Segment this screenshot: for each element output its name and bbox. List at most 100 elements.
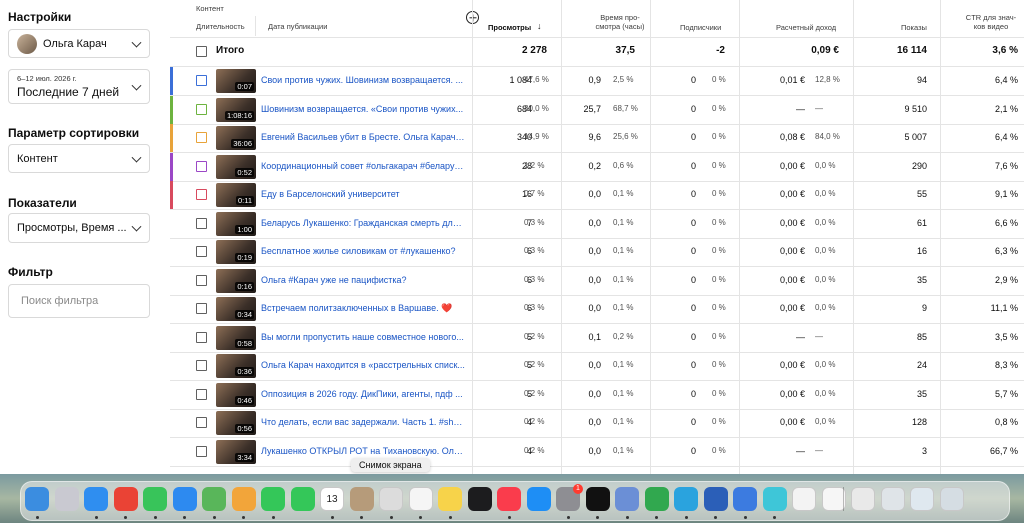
numbers-icon[interactable]	[644, 487, 669, 511]
row-checkbox[interactable]	[196, 274, 207, 286]
video-thumbnail[interactable]: 0:16	[216, 268, 256, 293]
account-selector[interactable]: Ольга Карач	[8, 29, 150, 58]
video-thumbnail[interactable]: 3:34	[216, 439, 256, 464]
appstore-icon[interactable]	[526, 487, 551, 511]
row-checkbox[interactable]	[196, 132, 207, 143]
canva-icon[interactable]	[762, 487, 787, 511]
video-title-link[interactable]: Бесплатное жилье силовикам от #лукашенко…	[261, 246, 466, 256]
table-row[interactable]: 1:00 Беларусь Лукашенко: Гражданская смер…	[170, 210, 1024, 238]
video-thumbnail[interactable]: 0:56	[216, 411, 256, 435]
video-thumbnail[interactable]: 0:11	[216, 183, 256, 207]
video-thumbnail[interactable]: 0:07	[216, 69, 256, 93]
music-icon[interactable]	[497, 487, 521, 511]
doc-5-icon[interactable]	[939, 487, 964, 511]
launchpad-icon[interactable]	[54, 487, 79, 511]
row-checkbox[interactable]	[196, 75, 207, 86]
doc-3-icon[interactable]	[880, 487, 905, 511]
word-icon[interactable]	[703, 487, 728, 511]
video-title-link[interactable]: Вы могли пропустить наше совместное ново…	[261, 332, 466, 342]
video-thumbnail[interactable]: 0:36	[216, 354, 256, 378]
reminders-icon[interactable]	[408, 487, 433, 511]
header-content[interactable]: Контент	[196, 4, 224, 13]
table-row[interactable]: 0:34 Встречаем политзаключенных в Варшаве…	[170, 295, 1024, 323]
table-row[interactable]: 0:16 Ольга #Карач уже не пацифистка? 6 0,3 …	[170, 267, 1024, 295]
video-thumbnail[interactable]: 0:34	[216, 297, 256, 321]
facetime-icon[interactable]	[261, 487, 285, 511]
video-title-link[interactable]: Координационный совет #ольгакарач #белар…	[261, 161, 466, 171]
header-revenue[interactable]: Расчетный доход	[776, 23, 836, 32]
header-duration[interactable]: Длительность	[196, 22, 245, 31]
mail-icon[interactable]	[172, 487, 197, 511]
filter-input[interactable]: Поиск фильтра	[8, 284, 150, 318]
messages-icon[interactable]	[143, 487, 167, 511]
phone-icon[interactable]	[290, 487, 315, 511]
notes-icon[interactable]	[438, 487, 462, 511]
doc-1-icon[interactable]	[821, 487, 846, 511]
header-ctr[interactable]: CTR для знач- ков видео	[960, 13, 1022, 31]
chrome-icon[interactable]	[113, 487, 138, 511]
quicktime-icon[interactable]	[733, 487, 757, 511]
preview-icon[interactable]	[615, 487, 639, 511]
video-thumbnail[interactable]: 36:06	[216, 126, 256, 150]
capcut-icon[interactable]	[585, 487, 610, 511]
table-row[interactable]: 36:06 Евгений Васильев убит в Бресте. Оль…	[170, 124, 1024, 152]
header-subscribers[interactable]: Подписчики	[680, 23, 721, 32]
video-title-link[interactable]: Встречаем политзаключенных в Варшаве. ❤️	[261, 303, 466, 314]
video-thumbnail[interactable]: 1:00	[216, 211, 256, 236]
table-row[interactable]: 3:34 Лукашенко ОТКРЫЛ РОТ на Тихановскую.…	[170, 438, 1024, 466]
row-checkbox[interactable]	[196, 445, 207, 457]
video-thumbnail[interactable]: 1:08:16	[216, 97, 256, 122]
contacts-icon[interactable]	[349, 487, 374, 511]
table-row[interactable]: 0:52 Координационный совет #ольгакарач #б…	[170, 152, 1024, 181]
select-all-checkbox[interactable]	[196, 46, 207, 57]
video-thumbnail[interactable]: 0:58	[216, 325, 256, 350]
telegram-icon[interactable]	[674, 487, 698, 511]
sort-down-arrow-icon[interactable]: ↓	[537, 21, 542, 31]
maps-icon[interactable]	[202, 487, 226, 511]
header-watch-time[interactable]: Время про- смотра (часы)	[590, 13, 650, 31]
video-title-link[interactable]: Ольга #Карач уже не пацифистка?	[261, 275, 466, 285]
header-published[interactable]: Дата публикации	[268, 22, 327, 31]
doc-4-icon[interactable]	[910, 487, 934, 511]
row-checkbox[interactable]	[196, 417, 207, 428]
settings-icon[interactable]: 1	[556, 484, 583, 511]
photos-icon[interactable]	[231, 487, 256, 511]
row-checkbox[interactable]	[196, 160, 207, 172]
video-title-link[interactable]: Ольга Карач находится в «расстрельных сп…	[261, 360, 466, 370]
sort-selector[interactable]: Контент	[8, 144, 150, 173]
screenshot-icon[interactable]	[379, 487, 403, 511]
row-checkbox[interactable]	[196, 217, 207, 229]
row-checkbox[interactable]	[196, 331, 207, 343]
header-views[interactable]: Просмотры	[488, 23, 531, 32]
video-thumbnail[interactable]: 0:19	[216, 240, 256, 264]
table-row[interactable]: 1:08:16 Шовинизм возвращается. «Свои прот…	[170, 95, 1024, 124]
table-row[interactable]: 0:11 Еду в Барселонский университет 16 0,7 …	[170, 181, 1024, 209]
video-title-link[interactable]: Лукашенко ОТКРЫЛ РОТ на Тихановскую. Оль…	[261, 446, 466, 456]
table-row[interactable]: 0:46 Оппозиция в 2026 году. ДикПики, аген…	[170, 381, 1024, 409]
video-title-link[interactable]: Беларусь Лукашенко: Гражданская смерть д…	[261, 218, 466, 228]
table-row[interactable]: 0:19 Бесплатное жилье силовикам от #лукаш…	[170, 238, 1024, 266]
calendar-icon[interactable]: 13	[320, 487, 344, 511]
textedit-icon[interactable]	[792, 487, 816, 511]
appletv-icon[interactable]	[467, 487, 492, 511]
row-checkbox[interactable]	[196, 388, 207, 400]
metrics-selector[interactable]: Просмотры, Время ...	[8, 213, 150, 243]
table-row[interactable]: 0:07 Свои против чужих. Шовинизм возвраща…	[170, 67, 1024, 95]
row-checkbox[interactable]	[196, 103, 207, 115]
row-checkbox[interactable]	[196, 189, 207, 200]
row-checkbox[interactable]	[196, 303, 207, 314]
video-title-link[interactable]: Шовинизм возвращается. «Свои против чужи…	[261, 104, 466, 114]
date-range-selector[interactable]: 6–12 июл. 2026 г. Последние 7 дней	[8, 69, 150, 104]
video-title-link[interactable]: Свои против чужих. Шовинизм возвращается…	[261, 75, 466, 85]
video-title-link[interactable]: Оппозиция в 2026 году. ДикПики, агенты, …	[261, 389, 466, 399]
video-title-link[interactable]: Еду в Барселонский университет	[261, 189, 466, 199]
safari-icon[interactable]	[84, 487, 108, 511]
row-checkbox[interactable]	[196, 246, 207, 257]
doc-2-icon[interactable]	[851, 487, 875, 511]
finder-icon[interactable]	[25, 487, 49, 511]
video-title-link[interactable]: Что делать, если вас задержали. Часть 1.…	[261, 417, 466, 427]
table-row[interactable]: 0:56 Что делать, если вас задержали. Част…	[170, 409, 1024, 437]
table-row[interactable]: 0:36 Ольга Карач находится в «расстрельны…	[170, 352, 1024, 380]
video-thumbnail[interactable]: 0:52	[216, 154, 256, 179]
video-title-link[interactable]: Евгений Васильев убит в Бресте. Ольга Ка…	[261, 132, 466, 142]
